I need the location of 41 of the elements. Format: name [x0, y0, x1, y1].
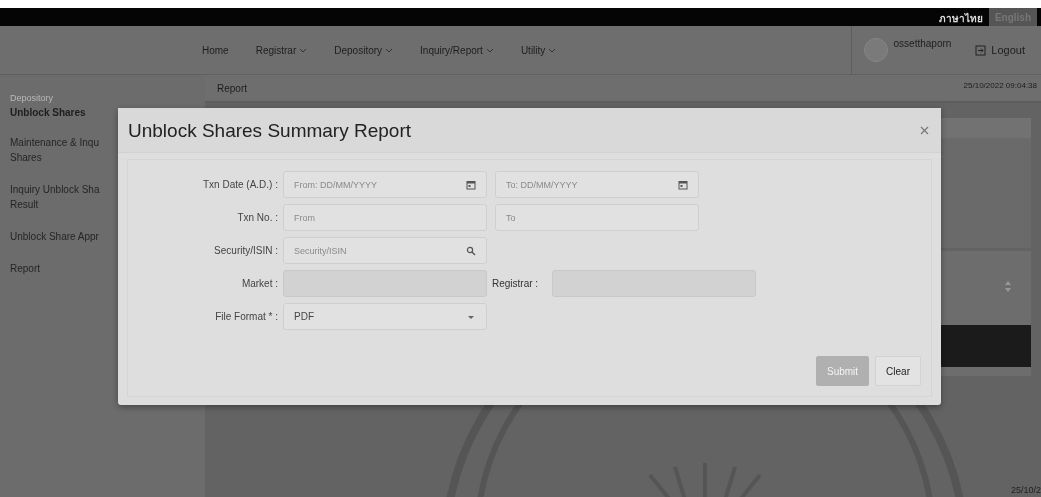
language-tab[interactable]: ภาษาไทย [932, 8, 989, 26]
sidebar-group-title: Unblock Shares [10, 107, 87, 118]
dialog-title: Unblock Shares Summary Report [128, 120, 411, 142]
field-label: Market : [240, 278, 278, 289]
input-field[interactable]: From [283, 204, 487, 231]
nav-menu-item[interactable]: Inquiry/Report [420, 44, 494, 56]
datetime: 25/10/2022 09:04:38 [963, 81, 1037, 90]
clear-button[interactable]: Clear [875, 356, 921, 386]
logout-icon [975, 44, 987, 56]
nav-menu-item[interactable]: Depository [334, 44, 394, 56]
page-title: Report [217, 82, 247, 94]
search-field[interactable]: Security/ISIN [283, 237, 487, 264]
sidebar-section-title: Depository [10, 93, 55, 103]
calendar-icon [466, 179, 476, 190]
sidebar-item[interactable]: Report [10, 261, 40, 276]
date-field[interactable]: To: DD/MM/YYYY [495, 171, 699, 198]
nav-menu-item[interactable]: Home [202, 44, 229, 56]
field-label: Registrar : [492, 278, 539, 289]
file-format-select[interactable]: PDF [283, 303, 487, 330]
username: ossetthaporn [893, 38, 952, 49]
field-label: File Format * : [214, 311, 278, 322]
field-label: Security/ISIN : [213, 245, 278, 256]
chevron-down-icon [548, 47, 557, 53]
nav-menu-item[interactable]: Registrar [255, 44, 308, 56]
close-icon[interactable] [920, 125, 929, 135]
sort-icon[interactable] [1005, 281, 1011, 292]
logout-button[interactable]: Logout [969, 43, 1031, 57]
chevron-down-icon [485, 47, 494, 53]
input-field[interactable]: To [495, 204, 699, 231]
nav-menu-item[interactable]: Utility [520, 44, 557, 56]
calendar-icon [678, 179, 688, 190]
date-field[interactable]: From: DD/MM/YYYY [283, 171, 487, 198]
sidebar-item[interactable]: Unblock Share Appr [10, 229, 99, 244]
sidebar-item[interactable]: Inquiry Unblock Sha Result [10, 182, 100, 212]
field-label: Txn Date (A.D.) : [202, 179, 278, 190]
field-label: Txn No. : [236, 212, 278, 223]
search-icon [466, 245, 476, 256]
chevron-down-icon [385, 47, 394, 53]
datetime: 25/10/2 [1010, 485, 1041, 495]
chevron-down-icon [299, 47, 308, 53]
sidebar-item[interactable]: Maintenance & Inqu Shares [10, 135, 99, 165]
